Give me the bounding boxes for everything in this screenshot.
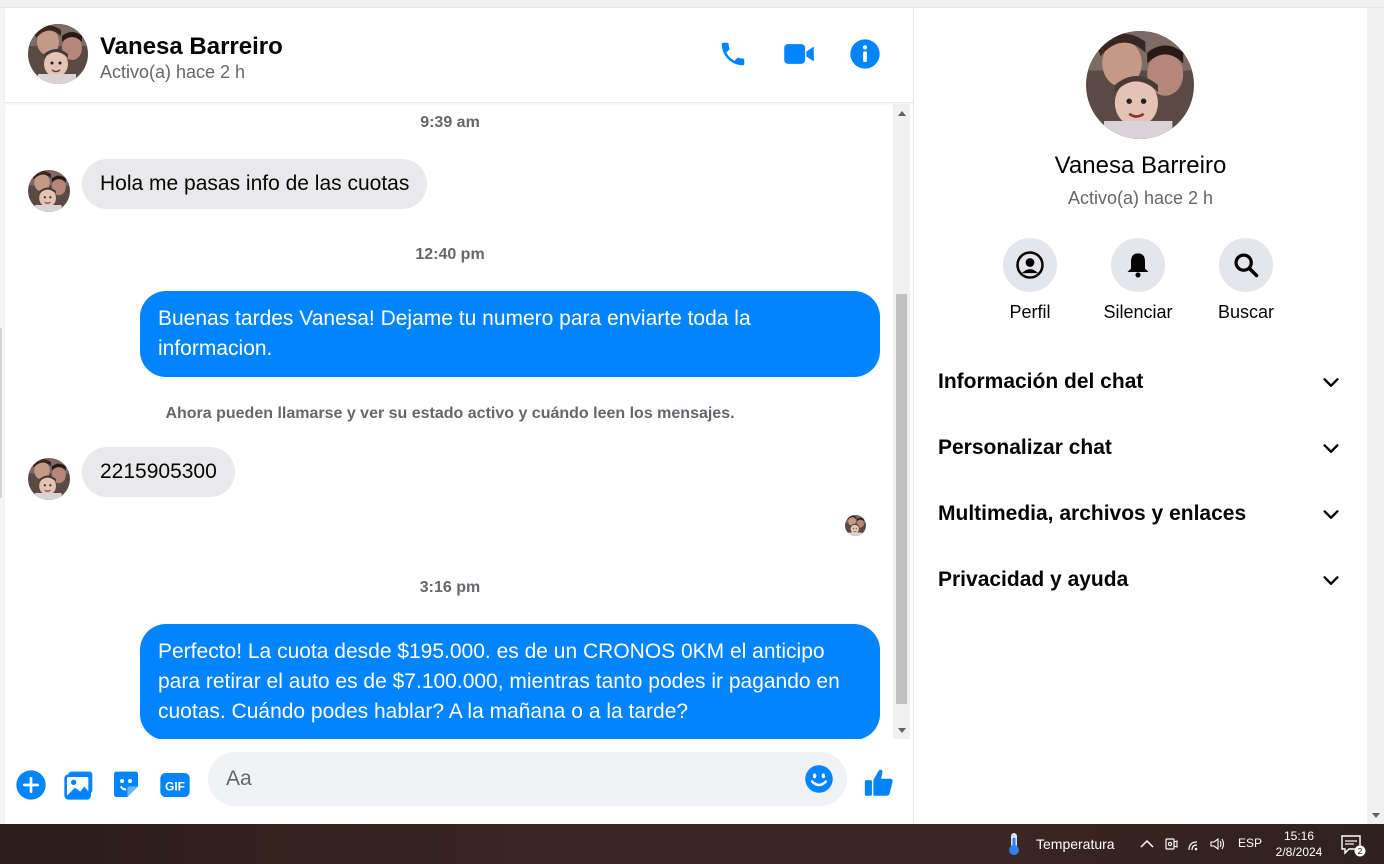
outgoing-message[interactable]: Buenas tardes Vanesa! Dejame tu numero p… <box>140 291 880 377</box>
profile-button[interactable]: Perfil <box>985 238 1075 323</box>
search-label: Buscar <box>1217 302 1275 322</box>
camera-icon <box>1165 838 1178 850</box>
video-call-button[interactable] <box>781 36 817 72</box>
thumbs-up-icon <box>864 769 893 796</box>
scroll-down-arrow-icon[interactable] <box>1367 807 1384 824</box>
chevron-up-icon <box>1140 839 1154 848</box>
search-icon <box>1234 253 1259 278</box>
section-label: Personalizar chat <box>938 436 1112 459</box>
chat-header: Vanesa Barreiro Activo(a) hace 2 h <box>5 8 913 103</box>
section-chat-info[interactable]: Información del chat <box>914 356 1367 412</box>
details-contact-status: Activo(a) hace 2 h <box>1067 188 1214 208</box>
weather-widget[interactable]: Temperatura <box>1004 832 1115 856</box>
gif-icon: GIF <box>160 773 190 797</box>
message-input-container[interactable] <box>208 752 847 806</box>
search-in-chat-button[interactable]: Buscar <box>1201 238 1291 323</box>
contact-profile-picture[interactable] <box>1086 31 1194 139</box>
volume-button[interactable] <box>1208 834 1228 854</box>
section-label: Privacidad y ayuda <box>938 568 1129 591</box>
profile-label: Perfil <box>1009 302 1051 322</box>
scroll-down-arrow-icon[interactable] <box>893 722 910 739</box>
weather-label: Temperatura <box>1036 836 1115 852</box>
message-list[interactable]: 9:39 am Hola me pasas info de las cuotas… <box>5 104 898 739</box>
system-notice: Ahora pueden llamarse y ver su estado ac… <box>165 405 735 422</box>
svg-text:GIF: GIF <box>165 779 185 793</box>
wifi-icon <box>1188 841 1198 851</box>
more-actions-button[interactable] <box>14 768 48 802</box>
meet-now-button[interactable] <box>1161 834 1181 854</box>
section-label: Multimedia, archivos y enlaces <box>938 502 1247 525</box>
chevron-down-icon <box>1323 378 1339 387</box>
sticker-button[interactable] <box>109 768 143 802</box>
attach-photo-button[interactable] <box>62 768 96 802</box>
image-icon <box>64 771 93 800</box>
mute-label: Silenciar <box>1103 302 1173 322</box>
clock-date: 2/8/2024 <box>1275 845 1323 859</box>
speaker-icon <box>1210 837 1225 851</box>
timestamp: 3:16 pm <box>419 579 481 596</box>
sender-avatar[interactable] <box>28 458 70 500</box>
bell-icon <box>1127 253 1149 278</box>
contact-avatar[interactable] <box>28 24 88 84</box>
incoming-message[interactable]: Hola me pasas info de las cuotas <box>82 159 428 209</box>
mute-button[interactable]: Silenciar <box>1093 238 1183 323</box>
chat-pane: Vanesa Barreiro Activo(a) hace 2 h 9:39 … <box>5 8 913 824</box>
contact-status: Activo(a) hace 2 h <box>100 62 246 82</box>
windows-taskbar: Temperatura ESP 15:16 2/8/2024 2 <box>0 824 1384 864</box>
contact-name[interactable]: Vanesa Barreiro <box>100 33 283 61</box>
notification-center-button[interactable]: 2 <box>1340 833 1366 857</box>
section-media-files-links[interactable]: Multimedia, archivos y enlaces <box>914 488 1367 544</box>
chevron-down-icon <box>1323 576 1339 585</box>
section-privacy-help[interactable]: Privacidad y ayuda <box>914 554 1367 610</box>
sender-avatar[interactable] <box>28 170 70 212</box>
clock-time: 15:16 <box>1283 829 1315 843</box>
message-input[interactable] <box>226 752 786 806</box>
send-like-button[interactable] <box>862 766 896 800</box>
window-top-strip <box>0 0 1384 8</box>
section-label: Información del chat <box>938 370 1144 393</box>
info-button[interactable] <box>847 36 883 72</box>
thermometer-icon <box>1009 833 1019 855</box>
outgoing-message[interactable]: Perfecto! La cuota desde $195.000. es de… <box>140 624 880 739</box>
incoming-message[interactable]: 2215905300 <box>82 447 235 497</box>
network-button[interactable] <box>1185 834 1205 854</box>
timestamp: 12:40 pm <box>415 246 485 263</box>
emoji-icon[interactable] <box>804 764 834 794</box>
scroll-up-arrow-icon[interactable] <box>893 104 910 121</box>
page-scrollbar[interactable] <box>1367 8 1384 824</box>
video-camera-icon <box>784 44 814 64</box>
input-language-indicator[interactable]: ESP <box>1238 836 1262 850</box>
scrollbar-thumb[interactable] <box>896 294 907 704</box>
sticker-icon <box>114 771 138 797</box>
plus-icon <box>16 770 46 800</box>
gif-button[interactable]: GIF <box>158 768 192 802</box>
call-button[interactable] <box>715 36 751 72</box>
chat-details-pane: Vanesa Barreiro Activo(a) hace 2 h Perfi… <box>914 8 1367 824</box>
show-hidden-icons-button[interactable] <box>1137 834 1157 854</box>
chevron-down-icon <box>1323 444 1339 453</box>
message-scrollbar[interactable] <box>893 104 910 739</box>
notification-icon: 2 <box>1341 835 1366 857</box>
phone-icon <box>721 42 745 66</box>
section-customize-chat[interactable]: Personalizar chat <box>914 422 1367 478</box>
seen-indicator-avatar <box>845 515 866 536</box>
clock[interactable]: 15:16 2/8/2024 <box>1270 828 1328 860</box>
details-contact-name: Vanesa Barreiro <box>1054 152 1227 179</box>
svg-text:2: 2 <box>1358 847 1363 856</box>
info-icon <box>850 39 880 69</box>
timestamp: 9:39 am <box>420 114 480 131</box>
profile-icon <box>1016 251 1044 279</box>
chevron-down-icon <box>1323 510 1339 519</box>
message-composer: GIF <box>5 743 913 824</box>
